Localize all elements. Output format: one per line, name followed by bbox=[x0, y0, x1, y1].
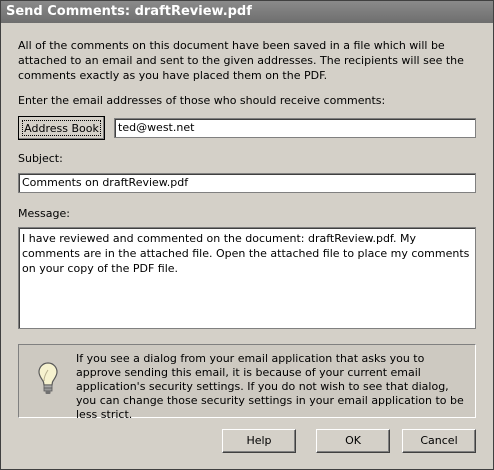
address-book-label: Address Book bbox=[24, 122, 99, 135]
message-label: Message: bbox=[18, 207, 70, 220]
message-field[interactable]: I have reviewed and commented on the doc… bbox=[18, 227, 476, 329]
help-button-label: Help bbox=[246, 434, 272, 447]
dialog-title: Send Comments: draftReview.pdf bbox=[1, 1, 493, 23]
address-book-focus-ring: Address Book bbox=[22, 120, 101, 136]
send-comments-dialog: Send Comments: draftReview.pdf All of th… bbox=[0, 0, 494, 470]
address-book-button[interactable]: Address Book bbox=[18, 116, 105, 140]
cancel-button-label: Cancel bbox=[420, 434, 458, 447]
security-info-text: If you see a dialog from your email appl… bbox=[76, 352, 464, 421]
subject-field[interactable]: Comments on draftReview.pdf bbox=[18, 173, 476, 193]
help-button[interactable]: Help bbox=[222, 429, 296, 453]
to-address-field[interactable]: ted@west.net bbox=[114, 118, 476, 138]
security-info-box: If you see a dialog from your email appl… bbox=[18, 344, 476, 421]
ok-button[interactable]: OK bbox=[316, 429, 390, 453]
subject-label: Subject: bbox=[18, 152, 63, 165]
cancel-button[interactable]: Cancel bbox=[402, 429, 476, 453]
recipients-prompt: Enter the email addresses of those who s… bbox=[18, 94, 386, 107]
ok-button-label: OK bbox=[345, 434, 361, 447]
intro-text: All of the comments on this document hav… bbox=[18, 39, 464, 82]
lightbulb-icon bbox=[38, 362, 58, 394]
